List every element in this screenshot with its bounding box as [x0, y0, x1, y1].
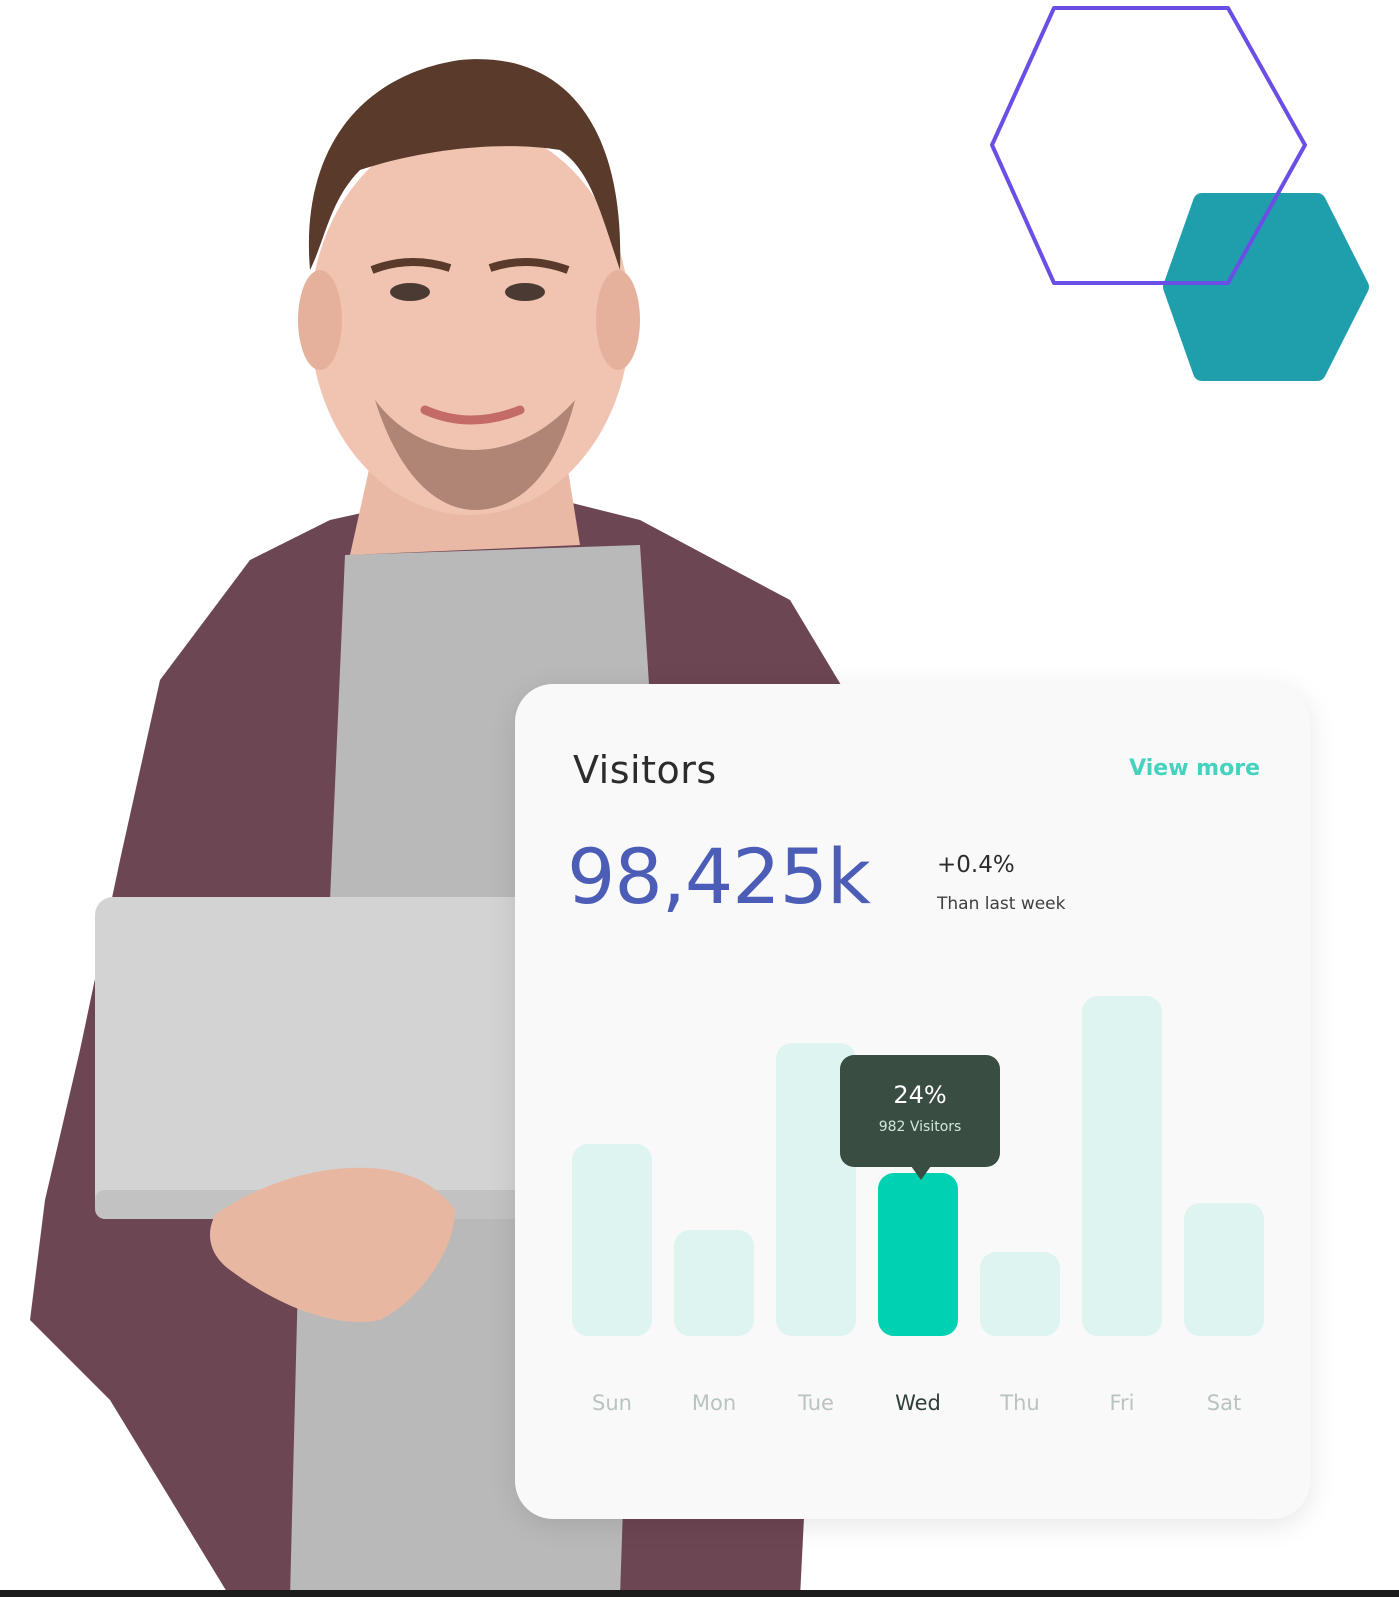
tick-label-thu: Thu: [999, 1391, 1039, 1415]
bar-wed[interactable]: [878, 1173, 958, 1336]
tick-label-sat: Sat: [1207, 1391, 1241, 1415]
eye-left: [390, 283, 430, 301]
tick-label-mon: Mon: [692, 1391, 736, 1415]
bar-fri[interactable]: [1082, 996, 1162, 1336]
ear-left: [298, 270, 342, 370]
tick-label-tue: Tue: [797, 1391, 834, 1415]
tick-label-fri: Fri: [1109, 1391, 1134, 1415]
tooltip-visitors: 982 Visitors: [878, 1119, 962, 1135]
tick-label-sun: Sun: [592, 1391, 632, 1415]
bar-sat[interactable]: [1184, 1203, 1264, 1336]
visitors-card: Visitors View more 98,425k +0.4% Than la…: [515, 684, 1310, 1519]
bar-sun[interactable]: [572, 1144, 652, 1336]
bar-mon[interactable]: [674, 1230, 754, 1336]
eye-right: [505, 283, 545, 301]
bar-tooltip: 24% 982 Visitors: [840, 1055, 1000, 1180]
tooltip-percent: 24%: [893, 1081, 947, 1109]
bar-thu[interactable]: [980, 1252, 1060, 1336]
ear-right: [596, 270, 640, 370]
bottom-border: [0, 1590, 1399, 1597]
tick-label-wed: Wed: [895, 1391, 941, 1415]
